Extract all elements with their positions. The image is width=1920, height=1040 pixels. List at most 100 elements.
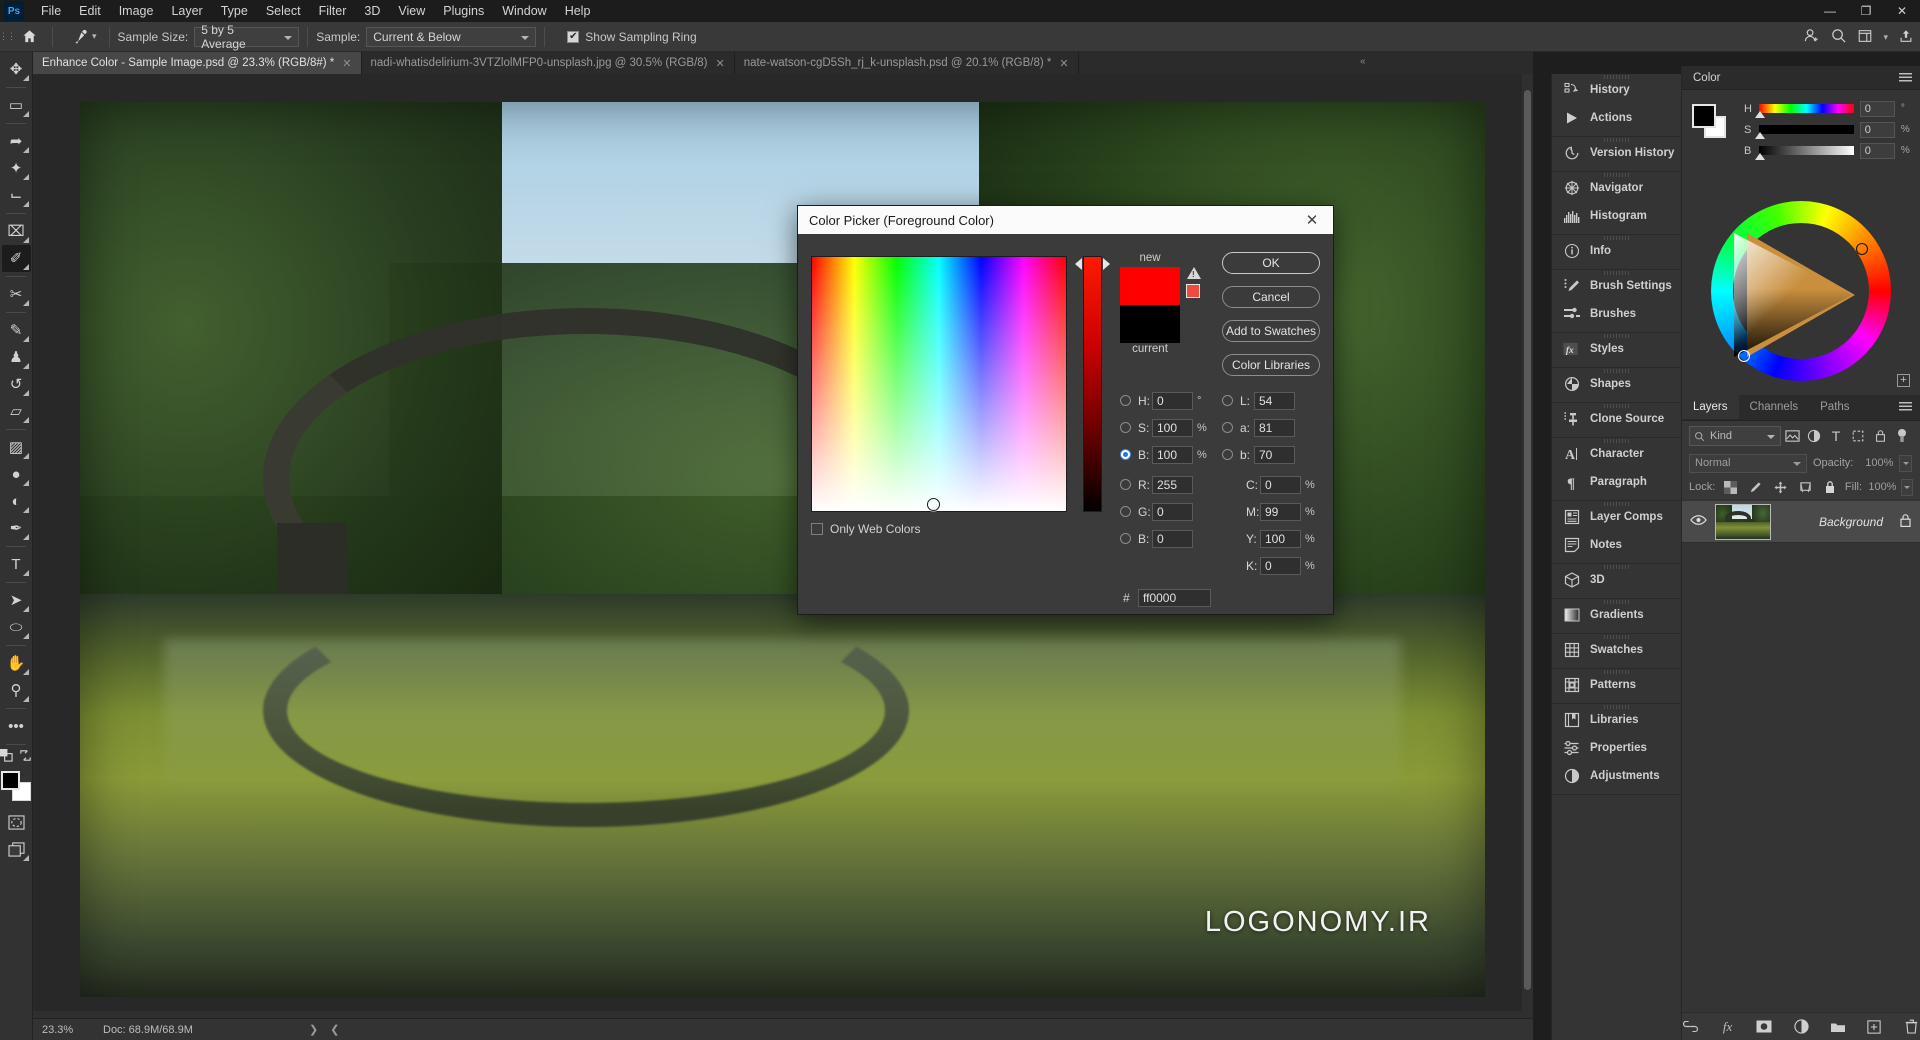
- current-color-swatch[interactable]: [1120, 305, 1180, 343]
- gradient-tool[interactable]: ▨: [2, 434, 31, 461]
- panel-rail-item-3d[interactable]: 3D: [1552, 566, 1681, 594]
- field-input[interactable]: 0: [1152, 502, 1193, 521]
- layer-visibility-icon[interactable]: [1690, 514, 1707, 529]
- close-icon[interactable]: ✕: [1291, 206, 1333, 234]
- only-web-colors-checkbox[interactable]: Only Web Colors: [811, 522, 920, 536]
- rgb-field-r[interactable]: R: 255: [1120, 473, 1220, 496]
- document-tab[interactable]: nate-watson-cgD5Sh_rj_k-unsplash.psd @ 2…: [734, 52, 1079, 74]
- ellipse-tool[interactable]: ⬭: [2, 614, 31, 641]
- color-field-cursor[interactable]: [927, 498, 940, 511]
- color-slider-track[interactable]: [1755, 146, 1854, 160]
- new-layer-icon[interactable]: [1866, 1018, 1884, 1036]
- tab-paths[interactable]: Paths: [1809, 395, 1860, 419]
- restore-icon[interactable]: ❐: [1848, 0, 1884, 22]
- hue-slider[interactable]: [1083, 256, 1102, 512]
- add-to-swatches-button[interactable]: Add to Swatches: [1222, 320, 1320, 342]
- menu-item-window[interactable]: Window: [493, 1, 555, 21]
- chevron-down-icon[interactable]: ▾: [1883, 32, 1888, 43]
- dodge-tool[interactable]: ◐: [2, 488, 31, 515]
- cmyk-field-y[interactable]: Y: 100%: [1228, 527, 1328, 550]
- filter-image-icon[interactable]: [1781, 425, 1803, 447]
- opacity-value[interactable]: 100%: [1859, 457, 1893, 469]
- panel-group-grip[interactable]: [1603, 271, 1630, 275]
- panel-rail-item-patterns[interactable]: Patterns: [1552, 671, 1681, 699]
- quick-mask-icon[interactable]: [2, 809, 31, 836]
- field-input[interactable]: 100: [1260, 529, 1301, 548]
- lab-radio-l[interactable]: [1222, 395, 1233, 406]
- panel-group-grip[interactable]: [1603, 600, 1630, 604]
- lab-radio-a[interactable]: [1222, 422, 1233, 433]
- field-input[interactable]: 70: [1254, 445, 1295, 464]
- status-expand-icon[interactable]: ❯: [309, 1023, 318, 1036]
- panel-rail-item-styles[interactable]: fx Styles: [1552, 335, 1681, 363]
- lock-image-icon[interactable]: [1745, 476, 1765, 498]
- lab-field-b[interactable]: b: 70: [1222, 443, 1322, 466]
- show-sampling-ring-checkbox[interactable]: ✔ Show Sampling Ring: [567, 30, 697, 44]
- panel-rail-item-shapes[interactable]: Shapes: [1552, 370, 1681, 398]
- panel-group-grip[interactable]: [1603, 404, 1630, 408]
- panel-group-grip[interactable]: [1603, 173, 1630, 177]
- panel-group-grip[interactable]: [1603, 705, 1630, 709]
- add-layer-style-fx-icon[interactable]: fx: [1719, 1018, 1737, 1036]
- lasso-tool[interactable]: ➦: [2, 128, 31, 155]
- color-slider-value[interactable]: 0: [1859, 142, 1895, 159]
- object-selection-tool[interactable]: ✦: [2, 155, 31, 182]
- layer-lock-icon[interactable]: [1899, 513, 1912, 531]
- foreground-color-swatch[interactable]: [1692, 104, 1716, 128]
- color-field[interactable]: [811, 256, 1067, 512]
- blend-mode-select[interactable]: Normal: [1689, 453, 1807, 473]
- field-input[interactable]: 255: [1152, 475, 1193, 494]
- filter-smart-icon[interactable]: [1869, 425, 1891, 447]
- zoom-level[interactable]: 23.3%: [33, 1024, 103, 1036]
- spot-healing-brush-tool[interactable]: ✂: [2, 281, 31, 308]
- color-picker-dialog[interactable]: Color Picker (Foreground Color) ✕ Only W…: [797, 205, 1334, 615]
- color-wheel-panel[interactable]: +: [1682, 195, 1920, 395]
- field-input[interactable]: 0: [1152, 529, 1193, 548]
- lock-transparent-icon[interactable]: [1720, 476, 1740, 498]
- menu-item-image[interactable]: Image: [110, 1, 163, 21]
- scrollbar-thumb[interactable]: [1524, 90, 1531, 990]
- menu-item-select[interactable]: Select: [257, 1, 310, 21]
- menu-item-filter[interactable]: Filter: [310, 1, 356, 21]
- filter-type-icon[interactable]: T: [1825, 425, 1847, 447]
- active-tool-preset[interactable]: ▾: [67, 26, 101, 48]
- field-input[interactable]: 81: [1254, 418, 1295, 437]
- color-libraries-button[interactable]: Color Libraries: [1222, 354, 1320, 376]
- eyedropper-tool[interactable]: ✐: [1, 245, 31, 272]
- color-slider-track[interactable]: [1755, 125, 1854, 139]
- panel-rail-item-swatches[interactable]: Swatches: [1552, 636, 1681, 664]
- swap-colors-icon[interactable]: [19, 749, 32, 765]
- clone-stamp-tool[interactable]: ♟: [2, 344, 31, 371]
- hue-slider-handle-left[interactable]: [1075, 258, 1082, 270]
- panel-group-grip[interactable]: [1603, 565, 1630, 569]
- foreground-background-colors[interactable]: [1, 771, 31, 801]
- field-input[interactable]: 100: [1152, 445, 1193, 464]
- sample-select[interactable]: Current & Below: [366, 26, 537, 47]
- color-panel-swatches[interactable]: [1692, 104, 1726, 138]
- move-tool[interactable]: ✥: [2, 56, 31, 83]
- link-layers-icon[interactable]: [1682, 1018, 1700, 1036]
- panel-rail-item-histogram[interactable]: Histogram: [1552, 202, 1681, 230]
- layer-filter-kind-select[interactable]: Kind: [1689, 426, 1782, 446]
- panel-group-grip[interactable]: [1603, 369, 1630, 373]
- menu-item-3d[interactable]: 3D: [355, 1, 389, 21]
- hsb-field-b[interactable]: B: 100%: [1120, 443, 1220, 466]
- layer-name[interactable]: Background: [1779, 515, 1883, 529]
- panel-group-grip[interactable]: [1603, 635, 1630, 639]
- add-swatch-icon[interactable]: +: [1897, 374, 1910, 387]
- status-collapse-icon[interactable]: ❮: [330, 1023, 339, 1036]
- minimize-icon[interactable]: —: [1812, 0, 1848, 22]
- panel-rail-item-info[interactable]: Info: [1552, 237, 1681, 265]
- rgb-radio-g[interactable]: [1120, 506, 1131, 517]
- panel-group-grip[interactable]: [1603, 502, 1630, 506]
- filter-shape-icon[interactable]: [1847, 425, 1869, 447]
- panel-rail-item-layer-comps[interactable]: Layer Comps: [1552, 503, 1681, 531]
- menu-item-edit[interactable]: Edit: [70, 1, 110, 21]
- slider-handle[interactable]: [1755, 153, 1766, 160]
- panel-rail-item-history[interactable]: History: [1552, 76, 1681, 104]
- path-selection-tool[interactable]: ➤: [2, 587, 31, 614]
- panel-group-grip[interactable]: [1603, 236, 1630, 240]
- panel-rail-item-properties[interactable]: Properties: [1552, 734, 1681, 762]
- rgb-radio-r[interactable]: [1120, 479, 1131, 490]
- filter-toggle-icon[interactable]: [1891, 425, 1913, 447]
